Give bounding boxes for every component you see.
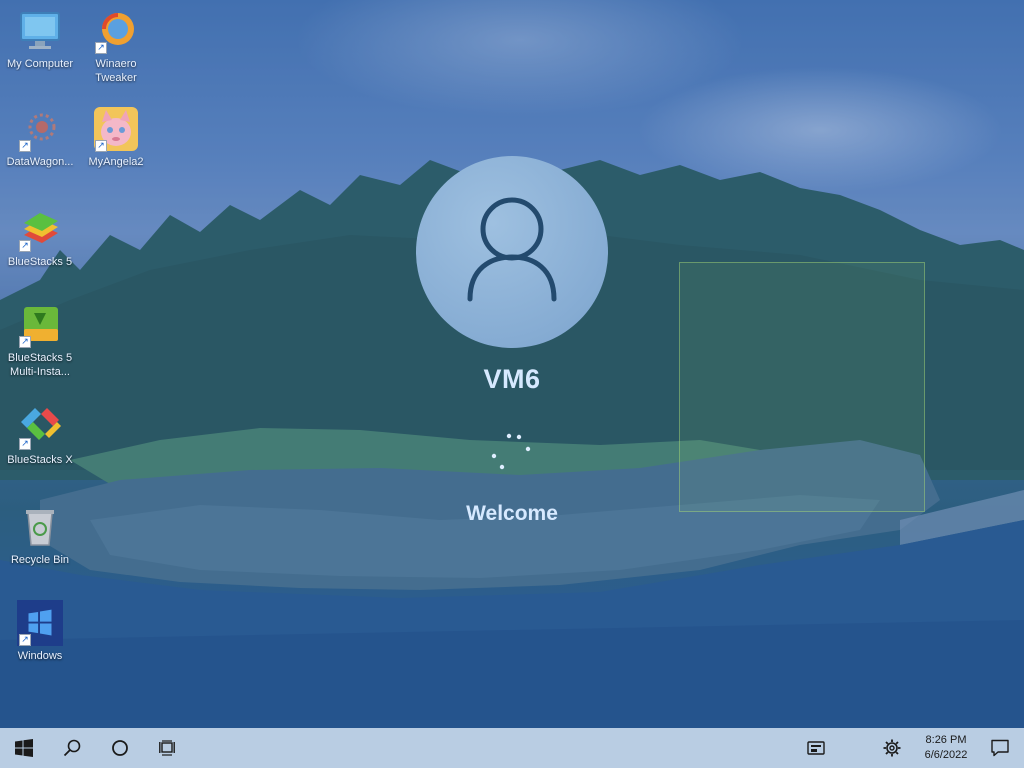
- desktop-icon-datawagon[interactable]: ↗ DataWagon...: [0, 106, 80, 169]
- desktop-icon-label: Recycle Bin: [10, 554, 70, 566]
- recycle-bin-icon: [17, 504, 63, 550]
- login-username: VM6: [483, 364, 541, 394]
- bluestacks-icon: ↗: [17, 206, 63, 252]
- search-icon: [63, 739, 81, 757]
- clock-time: 8:26 PM: [925, 734, 967, 746]
- desktop-icon-label: BlueStacks 5: [7, 256, 73, 268]
- desktop-icon-label: Winaero Tweaker: [95, 58, 137, 84]
- system-tray: 8:26 PM 6/6/2022: [792, 728, 1024, 768]
- shortcut-arrow-icon: ↗: [19, 438, 31, 450]
- taskbar-clock[interactable]: 8:26 PM 6/6/2022: [916, 733, 976, 763]
- task-view-icon: [159, 740, 175, 756]
- notification-icon: [991, 739, 1009, 757]
- shortcut-arrow-icon: ↗: [19, 140, 31, 152]
- cortana-button[interactable]: [96, 728, 144, 768]
- shortcut-arrow-icon: ↗: [19, 240, 31, 252]
- datawagon-icon: ↗: [17, 106, 63, 152]
- computer-icon: [17, 8, 63, 54]
- desktop-icon-windows[interactable]: ↗ Windows: [0, 600, 80, 663]
- desktop-icon-label: My Computer: [6, 58, 74, 70]
- news-icon: [807, 741, 825, 755]
- desktop-icon-my-computer[interactable]: My Computer: [0, 8, 80, 71]
- shortcut-arrow-icon: ↗: [19, 336, 31, 348]
- cortana-circle-icon: [112, 740, 128, 756]
- my-angela-icon: ↗: [93, 106, 139, 152]
- shortcut-arrow-icon: ↗: [19, 634, 31, 646]
- news-widget-button[interactable]: [792, 728, 840, 768]
- taskbar: 8:26 PM 6/6/2022: [0, 728, 1024, 768]
- start-button[interactable]: [0, 728, 48, 768]
- search-button[interactable]: [48, 728, 96, 768]
- desktop-icon-my-angela[interactable]: ↗ MyAngela2: [76, 106, 156, 169]
- desktop-icon-winaero-tweaker[interactable]: ↗ Winaero Tweaker: [76, 8, 156, 85]
- user-avatar: [416, 156, 608, 348]
- desktop-icon-bluestacks[interactable]: ↗ BlueStacks 5: [0, 206, 80, 269]
- clock-date: 6/6/2022: [924, 749, 968, 761]
- winaero-tweaker-icon: ↗: [93, 8, 139, 54]
- desktop-icon-bluestacks-multi-instance[interactable]: ↗ BlueStacks 5 Multi-Insta...: [0, 302, 80, 379]
- bluestacks-multi-instance-icon: ↗: [17, 302, 63, 348]
- bluestacks-x-icon: ↗: [17, 404, 63, 450]
- task-view-button[interactable]: [144, 728, 192, 768]
- desktop-icon-label: DataWagon...: [6, 156, 74, 168]
- desktop-icon-label: Windows: [17, 650, 63, 662]
- loading-spinner: [491, 433, 531, 470]
- desktop-icon-recycle-bin[interactable]: Recycle Bin: [0, 504, 80, 567]
- faded-window-outline: [679, 262, 925, 512]
- action-center-button[interactable]: [976, 728, 1024, 768]
- shortcut-arrow-icon: ↗: [95, 42, 107, 54]
- shortcut-arrow-icon: ↗: [95, 140, 107, 152]
- desktop-icon-label: MyAngela2: [88, 156, 144, 168]
- desktop-icon-bluestacks-x[interactable]: ↗ BlueStacks X: [0, 404, 80, 467]
- user-icon: [467, 197, 557, 302]
- gear-icon: [883, 739, 901, 757]
- login-status-text: Welcome: [466, 502, 558, 525]
- windows-logo-icon: [15, 739, 33, 757]
- desktop-icon-label: BlueStacks X: [7, 454, 73, 466]
- settings-button[interactable]: [868, 728, 916, 768]
- windows-icon: ↗: [17, 600, 63, 646]
- desktop-icon-label: BlueStacks 5 Multi-Insta...: [7, 352, 73, 378]
